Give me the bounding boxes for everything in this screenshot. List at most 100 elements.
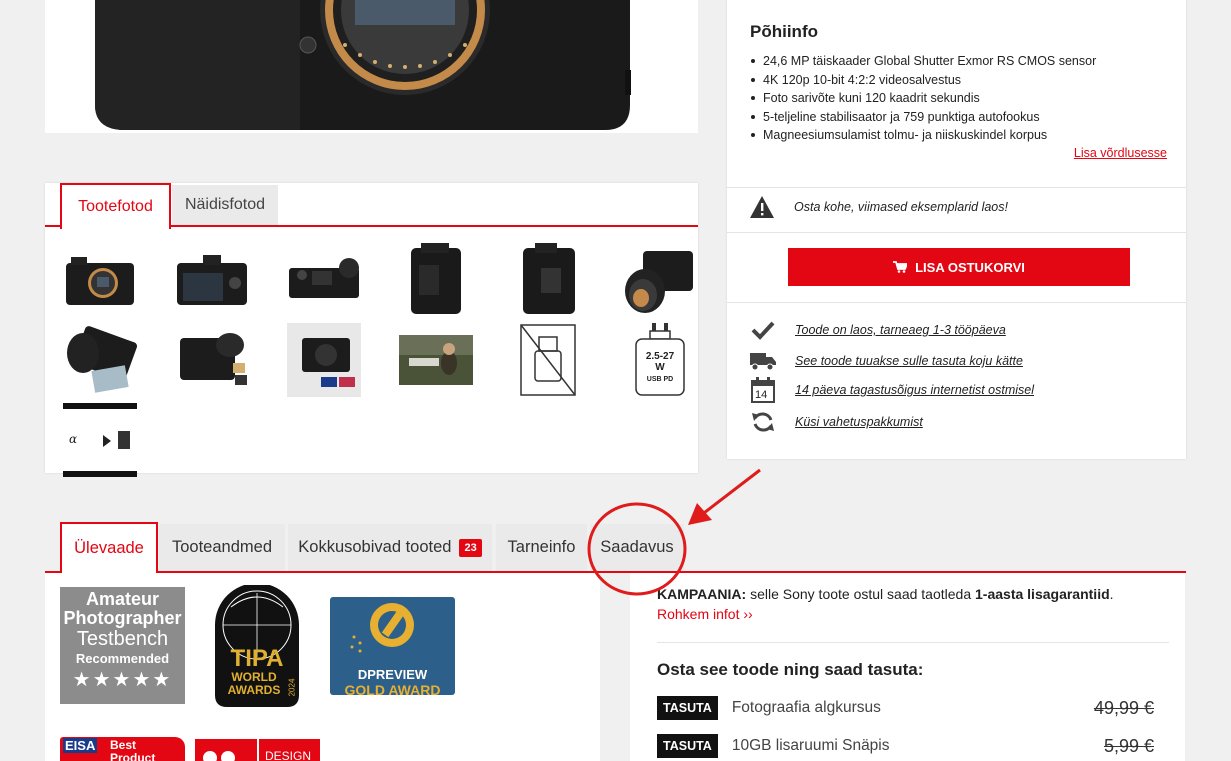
free-item-row: TASUTA Fotograafia algkursus 49,99 € (657, 695, 1154, 721)
tipa-line: TIPA (230, 645, 284, 672)
stock-warning-text: Osta kohe, viimased eksemplarid laos! (794, 200, 1008, 214)
tab-specifications[interactable]: Tooteandmed (159, 524, 285, 571)
product-info-panel: Põhiinfo 24,6 MP täiskaader Global Shutt… (727, 0, 1186, 459)
feature-text[interactable]: Küsi vahetuspakkumist (795, 415, 923, 429)
truck-icon (749, 349, 777, 373)
thumbnail-video[interactable]: α (63, 403, 137, 477)
thumbnail-sensor-promo[interactable] (287, 323, 361, 397)
ap-line: Recommended (75, 651, 170, 666)
free-item-old-price: 49,99 € (1093, 697, 1154, 718)
tab-compatible-label: Kokkusobivad tooted (298, 538, 452, 556)
divider (727, 232, 1186, 233)
thumbnail-side-right[interactable] (511, 243, 585, 317)
dpreview-award-logo: DPREVIEW GOLD AWARD (330, 597, 455, 698)
awards-card: Amateur Photographer Testbench Recommend… (45, 573, 600, 761)
add-to-cart-label: LISA OSTUKORVI (915, 259, 1025, 275)
eisa-line: Best (110, 738, 137, 752)
free-item-old-price: 5,99 € (1103, 735, 1154, 756)
feature-text[interactable]: See toode tuuakse sulle tasuta koju kätt… (795, 354, 1023, 368)
tab-overview[interactable]: Ülevaade (60, 522, 158, 573)
count-badge: 23 (459, 538, 482, 557)
add-to-cart-button[interactable]: LISA OSTUKORVI (788, 248, 1130, 286)
cart-icon (893, 261, 908, 273)
thumbnail-front[interactable] (63, 243, 137, 317)
feature-text[interactable]: 14 päeva tagastusõigus internetist ostmi… (795, 383, 1034, 397)
divider (657, 642, 1169, 643)
red-dot-icon (221, 751, 235, 761)
thumbnail-side-left[interactable] (399, 243, 473, 317)
warning-icon (750, 196, 774, 218)
campaign-text: KAMPAANIA: selle Sony toote ostul saad t… (657, 584, 1167, 624)
calendar-number: 14 (755, 389, 768, 401)
feature-trade-in: Küsi vahetuspakkumist (749, 410, 923, 434)
info-title: Põhiinfo (750, 22, 818, 41)
feature-return: 14 14 päeva tagastusõigus internetist os… (749, 377, 1034, 403)
feature-text[interactable]: Toode on laos, tarneaeg 1-3 tööpäeva (795, 323, 1006, 337)
thumbnail-rear-cards[interactable] (175, 323, 249, 397)
campaign-body: selle Sony toote ostul saad taotleda (746, 586, 976, 602)
spec-item: 4K 120p 10-bit 4:2:2 videosalvestus (750, 71, 1096, 90)
refresh-icon (749, 410, 777, 434)
annotation-arrow-line (699, 468, 761, 518)
tipa-line: AWARDS (227, 683, 281, 697)
ap-line: Amateur (85, 589, 160, 609)
red-dot-icon (203, 751, 217, 761)
dpreview-line: GOLD AWARD (344, 682, 441, 698)
tab-delivery-info[interactable]: Tarneinfo (496, 524, 587, 571)
free-item-name[interactable]: Fotograafia algkursus (732, 699, 881, 717)
design-divider (257, 739, 259, 761)
thumbnail-with-lens[interactable] (623, 243, 697, 317)
tipa-year: 2024 (287, 678, 297, 697)
free-tag: TASUTA (657, 696, 718, 720)
divider (727, 302, 1186, 303)
design-label: DESIGN (265, 749, 312, 761)
compare-link[interactable]: Lisa võrdlusesse (1074, 146, 1167, 160)
thumbnail-photographer[interactable] (399, 323, 473, 397)
campaign-end: . (1109, 586, 1114, 602)
free-tag: TASUTA (657, 734, 718, 758)
spec-list: 24,6 MP täiskaader Global Shutter Exmor … (750, 52, 1096, 145)
promo-card: KAMPAANIA: selle Sony toote ostul saad t… (630, 573, 1185, 761)
tab-compatible-products[interactable]: Kokkusobivad tooted 23 (288, 524, 492, 571)
thumbnail-angle-lens[interactable] (63, 323, 138, 397)
ap-stars: ★★★★★ (72, 669, 173, 691)
eisa-line: EISA (63, 738, 98, 753)
tab-availability[interactable]: Saadavus (590, 524, 684, 571)
campaign-label: KAMPAANIA: (657, 586, 747, 602)
spec-item: 24,6 MP täiskaader Global Shutter Exmor … (750, 52, 1096, 71)
feature-free-delivery: See toode tuuakse sulle tasuta koju kätt… (749, 349, 1023, 373)
spec-item: Magneesiumsulamist tolmu- ja niiskuskind… (750, 126, 1096, 145)
calendar-icon: 14 (749, 377, 777, 403)
dpreview-line: DPREVIEW (357, 667, 428, 682)
free-gifts-title: Osta see toode ning saad tasuta: (657, 660, 924, 679)
product-main-image[interactable] (45, 0, 698, 133)
free-item-name[interactable]: 10GB lisaruumi Snäpis (732, 737, 890, 755)
spec-item: 5-teljeline stabilisaator ja 759 punktig… (750, 108, 1096, 127)
check-icon (749, 318, 777, 342)
thumbnail-top[interactable] (287, 243, 361, 317)
design-award-logo: DESIGN (195, 739, 320, 761)
feature-in-stock: Toode on laos, tarneaeg 1-3 tööpäeva (749, 318, 1006, 342)
tab-product-photos[interactable]: Tootefotod (60, 183, 171, 229)
spec-item: Foto sarivõte kuni 120 kaadrit sekundis (750, 89, 1096, 108)
divider (727, 187, 1186, 188)
svg-text:α: α (69, 432, 77, 446)
gallery-card: Tootefotod Näidisfotod 2.5-27 W USB PD α (45, 183, 698, 477)
tab-sample-photos[interactable]: Näidisfotod (172, 185, 278, 225)
tipa-award-logo: TIPA WORLD AWARDS 2024 (209, 583, 305, 709)
ap-award-logo: Amateur Photographer Testbench Recommend… (60, 587, 185, 704)
free-item-row: TASUTA 10GB lisaruumi Snäpis 5,99 € (657, 733, 1154, 759)
stock-warning: Osta kohe, viimased eksemplarid laos! (749, 195, 1008, 219)
thumbnail-no-charger[interactable] (511, 323, 585, 397)
thumbnail-usb-pd[interactable]: 2.5-27 W USB PD (623, 323, 697, 397)
thumbnail-back[interactable] (175, 243, 249, 317)
more-info-link[interactable]: Rohkem infot ›› (657, 606, 753, 622)
eisa-award-logo: EISA Best Product (60, 737, 185, 761)
product-tabs: Ülevaade Tooteandmed Kokkusobivad tooted… (45, 522, 1186, 573)
ap-line: Photographer (63, 608, 182, 628)
gallery-tabs: Tootefotod Näidisfotod (45, 183, 698, 229)
ap-line: Testbench (76, 628, 169, 650)
usb-pd-label: 2.5-27 W USB PD (645, 351, 675, 383)
campaign-bold: 1-aasta lisagarantiid (975, 586, 1110, 602)
eisa-line: Product (110, 751, 156, 761)
